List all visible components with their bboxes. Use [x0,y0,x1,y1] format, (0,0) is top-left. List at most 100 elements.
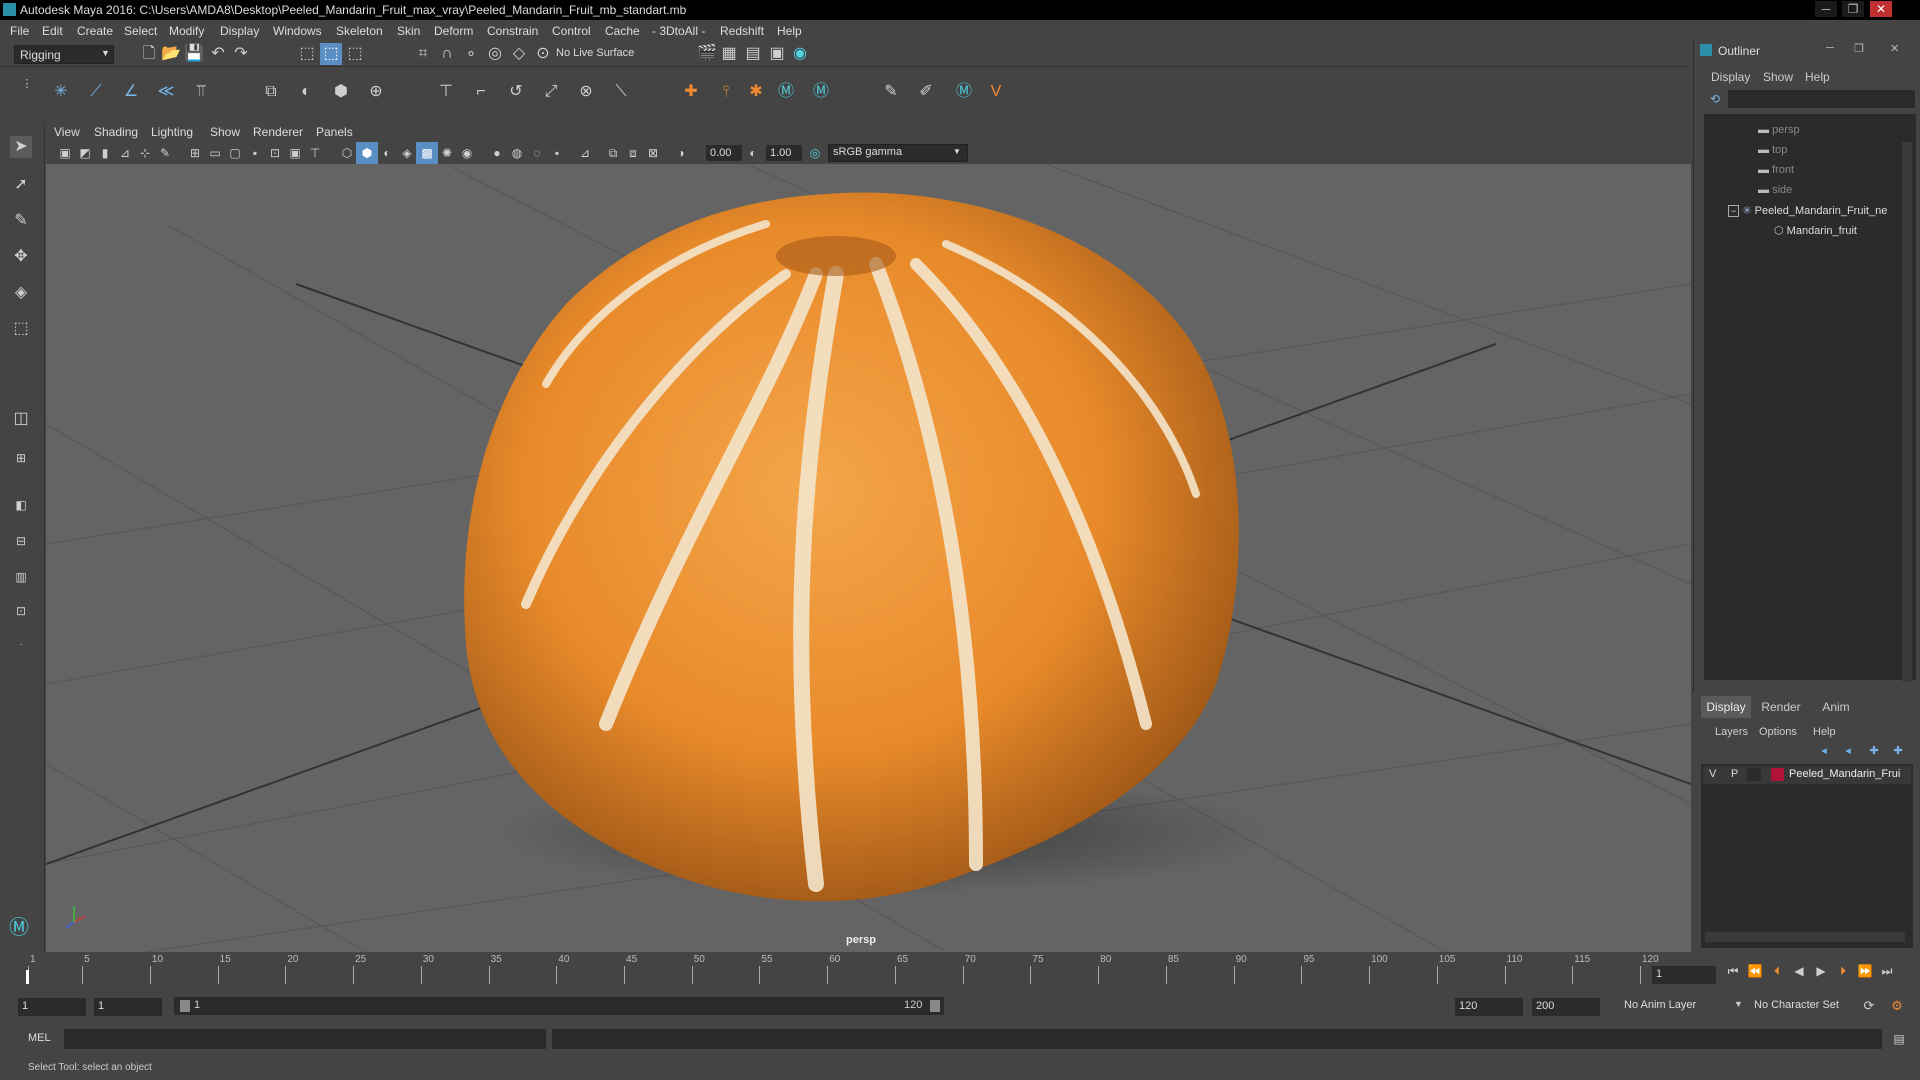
outliner-v-scrollbar[interactable] [1902,142,1912,682]
new-scene-icon[interactable]: 🗋 [138,43,160,65]
skin-bind-icon[interactable]: ⧉ [260,81,282,103]
tab-render[interactable]: Render [1753,696,1809,718]
paint-select-icon[interactable]: ✎ [10,210,32,232]
color-space-dropdown[interactable]: sRGB gamma ▼ [828,144,968,162]
four-view-icon[interactable]: ⊞ [10,447,32,469]
go-to-end-icon[interactable]: ⏭ [1876,960,1898,982]
grid-toggle-icon[interactable]: ⊞ [184,142,206,164]
minimize-button[interactable]: ─ [1815,1,1837,17]
move-tool-icon[interactable]: ✥ [10,246,32,268]
script-editor-icon[interactable]: ▤ [1888,1028,1910,1050]
select-object-icon[interactable]: ⬚ [320,43,342,65]
render-frame-icon[interactable]: 🎬 [696,43,718,65]
current-time-marker[interactable] [26,970,29,984]
hypershade-layout-icon[interactable]: ⊡ [10,600,32,622]
play-backward-icon[interactable]: ◀ [1788,960,1810,982]
mel-label[interactable]: MEL [28,1032,51,1044]
auto-key-icon[interactable]: ⟳ [1858,995,1880,1017]
maya-home-icon[interactable]: Ⓜ [8,917,30,939]
safe-action-icon[interactable]: ▣ [284,142,306,164]
menu-windows[interactable]: Windows [273,24,322,38]
wire-on-shaded-icon[interactable]: ◈ [396,142,418,164]
smooth-shade-icon[interactable]: ⬢ [356,142,378,164]
layers-h-scrollbar[interactable] [1705,932,1905,942]
motion-blur-icon[interactable]: ◍ [506,142,528,164]
field-chart-icon[interactable]: ⊡ [264,142,286,164]
menu-file[interactable]: File [10,24,29,38]
outliner-close-icon[interactable]: ✕ [1890,42,1899,55]
film-gate-icon[interactable]: ▭ [204,142,226,164]
xray-icon[interactable]: ⧉ [602,142,624,164]
range-start-handle[interactable] [180,1000,190,1012]
redshift-render-icon[interactable]: ◉ [789,43,811,65]
use-all-lights-icon[interactable]: ✺ [436,142,458,164]
paint-weights-icon[interactable]: ◐ [295,81,317,103]
gate-mask-icon[interactable]: ▪ [244,142,266,164]
outliner-filter-icon[interactable]: ⟲ [1710,92,1720,106]
range-end-handle[interactable] [930,1000,940,1012]
playback-end-field[interactable]: 120 [1455,998,1523,1016]
ipr-render-icon[interactable]: ▦ [718,43,740,65]
outliner-maximize-icon[interactable]: ❐ [1854,42,1864,55]
outliner-item-front[interactable]: ▬ front [1758,164,1794,176]
character-icon[interactable]: ✱ [745,81,767,103]
close-button[interactable]: ✕ [1870,1,1892,17]
lasso-tool-icon[interactable]: ➚ [10,174,32,196]
step-forward-frame-icon[interactable]: ⏵ [1832,960,1854,982]
menu-skeleton[interactable]: Skeleton [336,24,383,38]
go-to-start-icon[interactable]: ⏮ [1722,960,1744,982]
playback-start-field[interactable]: 1 [94,998,162,1016]
vp-menu-renderer[interactable]: Renderer [253,125,303,139]
two-view-icon[interactable]: ◧ [10,494,32,516]
ik-spline-icon[interactable]: ∠ [120,81,142,103]
outliner-item-persp[interactable]: ▬ persp [1758,124,1800,136]
layer-row[interactable]: V P Peeled_Mandarin_Frui [1703,766,1911,784]
step-back-frame-icon[interactable]: ⏴ [1766,960,1788,982]
safe-title-icon[interactable]: ⊤ [304,142,326,164]
select-tool-icon[interactable]: ➤ [10,136,32,158]
shelf-options-icon[interactable]: ⋮ [16,73,38,95]
animation-prefs-icon[interactable]: ⚙ [1886,995,1908,1017]
outliner-item-mesh[interactable]: ⬡ Mandarin_fruit [1774,224,1857,237]
snap-surface-icon[interactable]: ◇ [508,43,530,65]
exposure-field[interactable]: 0.00 [706,145,742,161]
sculpt-icon[interactable]: ✐ [915,81,937,103]
isolate-select-icon[interactable]: ⊿ [574,142,596,164]
menu-select[interactable]: Select [124,24,157,38]
two-d-pan-icon[interactable]: ⊹ [134,142,156,164]
layers-menu-options[interactable]: Options [1759,726,1797,738]
menu-skin[interactable]: Skin [397,24,420,38]
exposure-icon[interactable]: ◑ [670,142,692,164]
layers-menu-layers[interactable]: Layers [1715,726,1748,738]
layer-visibility-toggle[interactable]: V [1709,768,1716,780]
quick-rig-icon[interactable]: Ⓜ [953,81,975,103]
outliner-minimize-icon[interactable]: ─ [1826,42,1834,54]
menu-set-dropdown[interactable]: Rigging ▼ [14,45,114,64]
default-material-icon[interactable]: ◐ [376,142,398,164]
image-plane-icon[interactable]: ⊿ [114,142,136,164]
persp-graph-icon[interactable]: ▥ [10,566,32,588]
bookmark-icon[interactable]: ▮ [94,142,116,164]
outliner-search-field[interactable] [1728,90,1915,108]
move-layer-up-icon[interactable]: ◂ [1813,740,1835,762]
snap-curve-icon[interactable]: ∩ [436,43,458,65]
redo-icon[interactable]: ↷ [230,43,252,65]
tab-anim[interactable]: Anim [1811,696,1861,718]
layers-menu-help[interactable]: Help [1813,726,1836,738]
mandarin-fruit[interactable] [464,192,1239,902]
locator-icon[interactable]: ✚ [680,81,702,103]
menu-help[interactable]: Help [777,24,802,38]
pole-vector-icon[interactable]: ⟍ [610,81,632,103]
xray-joints-icon[interactable]: ⧈ [622,142,644,164]
cluster-icon[interactable]: ⊕ [365,81,387,103]
outliner-item-group[interactable]: − ✳ Peeled_Mandarin_Fruit_ne [1728,204,1887,217]
tool-v-icon[interactable]: V [985,81,1007,103]
gamma-icon[interactable]: ◐ [742,142,764,164]
viewport-persp[interactable]: persp [46,164,1691,952]
joint-tool-icon[interactable]: ✳ [50,81,72,103]
menu-modify[interactable]: Modify [169,24,204,38]
tab-display[interactable]: Display [1701,696,1751,718]
layer-name[interactable]: Peeled_Mandarin_Frui [1789,768,1900,780]
menu-redshift[interactable]: Redshift [720,24,764,38]
scale-constraint-icon[interactable]: ⤢ [540,81,562,103]
